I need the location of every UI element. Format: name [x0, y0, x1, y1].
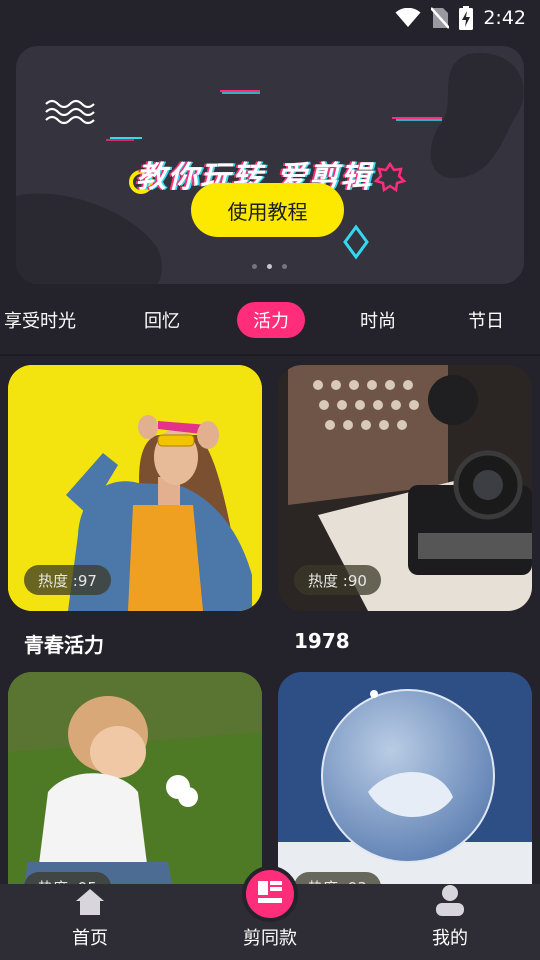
template-card[interactable]: 热度 :90: [278, 365, 532, 611]
profile-icon: [435, 884, 465, 920]
nav-home[interactable]: 首页: [30, 884, 150, 960]
template-card[interactable]: 热度 :95: [8, 672, 262, 918]
banner-page-dots: [252, 264, 287, 269]
template-icon: [258, 881, 282, 907]
category-tabs: 享受时光 回忆 活力 时尚 节日: [0, 298, 540, 344]
tabs-divider: [0, 354, 540, 356]
tutorial-button[interactable]: 使用教程: [191, 183, 344, 237]
nav-profile-label: 我的: [432, 928, 468, 949]
card-title: 1978: [294, 629, 350, 653]
status-bar: 2:42: [0, 0, 540, 36]
heat-badge: 热度 :97: [24, 565, 111, 595]
nav-profile[interactable]: 我的: [390, 884, 510, 960]
heat-badge: 热度 :90: [294, 565, 381, 595]
template-card[interactable]: 热度 :97: [8, 365, 262, 611]
nav-home-label: 首页: [72, 928, 108, 949]
tab-fashion[interactable]: 时尚: [360, 302, 396, 338]
status-time: 2:42: [483, 7, 526, 29]
tab-memories[interactable]: 回忆: [144, 302, 180, 338]
tutorial-banner[interactable]: 教你玩转 爱剪辑 使用教程: [16, 46, 524, 284]
tab-vitality[interactable]: 活力: [237, 302, 305, 338]
page-dot-active: [267, 264, 272, 269]
card-title: 青春活力: [24, 633, 104, 657]
same-style-fab[interactable]: [242, 866, 298, 922]
wifi-icon: [395, 8, 421, 28]
template-card[interactable]: 热度 :93: [278, 672, 532, 918]
tab-festival[interactable]: 节日: [468, 302, 504, 338]
page-dot: [282, 264, 287, 269]
wave-lines-icon: [45, 99, 95, 125]
no-sim-icon: [431, 7, 450, 29]
home-icon: [75, 888, 105, 920]
tab-enjoy-time[interactable]: 享受时光: [4, 302, 76, 338]
page-dot: [252, 264, 257, 269]
battery-charging-icon: [459, 6, 474, 30]
nav-same-style-label: 剪同款: [243, 928, 297, 949]
